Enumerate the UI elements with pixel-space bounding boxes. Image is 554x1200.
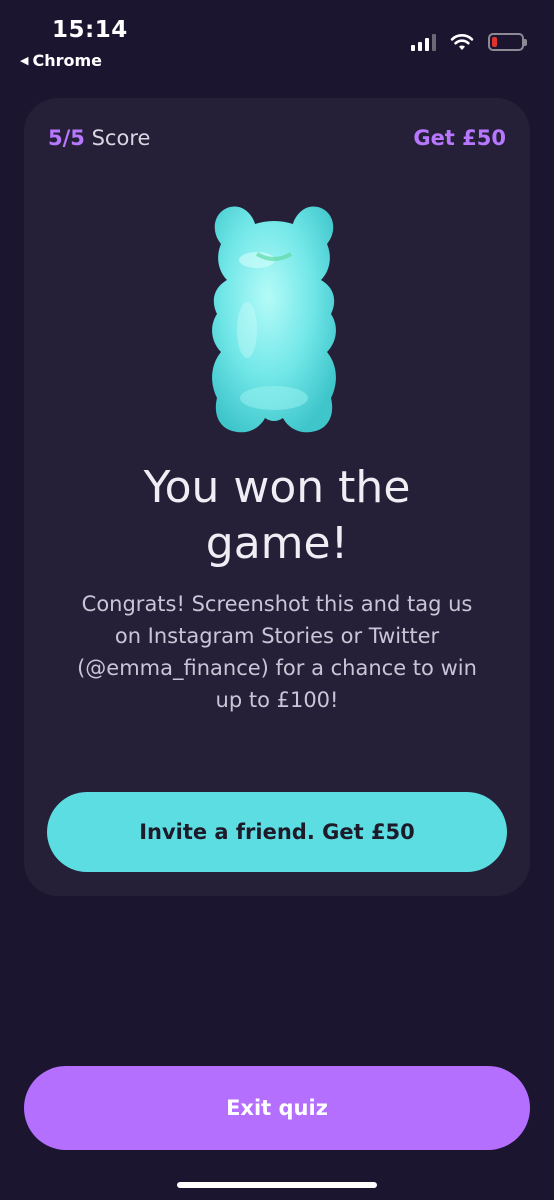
get-reward-link[interactable]: Get £50 (413, 126, 506, 150)
score-value: 5/5 (48, 126, 85, 150)
quiz-result-screen: 15:14 ◀ Chrome 5/5 Score Get £50 You won… (0, 0, 554, 1200)
status-time: 15:14 (52, 17, 128, 43)
status-icons (411, 33, 527, 51)
score-label: Score (91, 126, 151, 150)
back-app-label: Chrome (32, 51, 103, 70)
result-message: Congrats! Screenshot this and tag us on … (77, 592, 477, 712)
cellular-signal-icon (411, 33, 436, 51)
score-indicator: 5/5 Score (48, 126, 150, 150)
result-card: 5/5 Score Get £50 You won the game! Cong… (24, 98, 530, 896)
invite-friend-button[interactable]: Invite a friend. Get £50 (47, 792, 507, 872)
battery-icon (488, 33, 527, 51)
back-to-app[interactable]: ◀ Chrome (20, 51, 102, 70)
back-arrow-icon: ◀ (20, 54, 29, 67)
wifi-icon (450, 34, 474, 50)
home-indicator[interactable] (177, 1182, 377, 1188)
gummy-bear-icon (207, 202, 341, 434)
exit-quiz-button[interactable]: Exit quiz (24, 1066, 530, 1150)
result-title: You won the game! (143, 462, 411, 569)
